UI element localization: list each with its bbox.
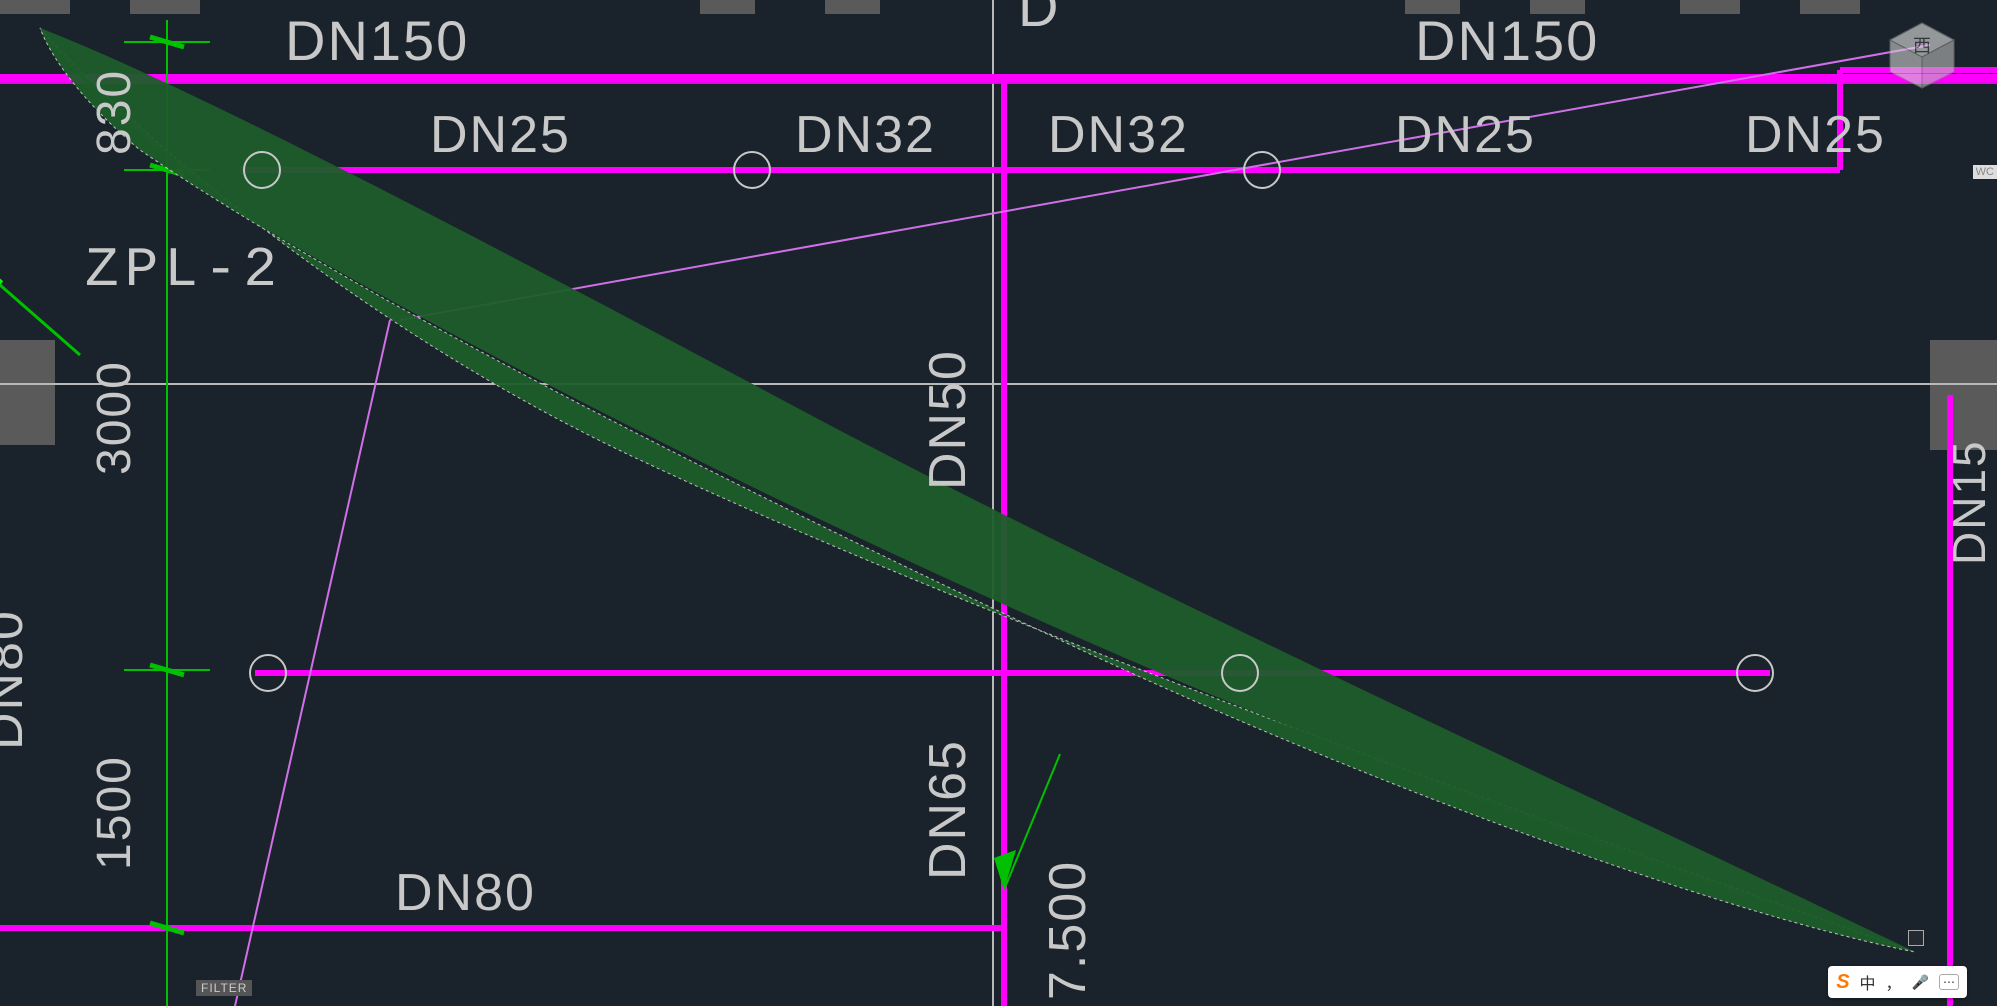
guide-line-1 <box>400 45 1930 320</box>
dim-3000: 3000 <box>88 360 141 475</box>
wall-block <box>0 395 55 445</box>
selection-wedge-fill2 <box>40 28 1915 952</box>
wall-block <box>1800 0 1860 14</box>
wall-block <box>1680 0 1740 14</box>
label-d-partial: D <box>1018 0 1060 38</box>
wall-block <box>700 0 755 14</box>
system-label: ZPL-2 <box>85 238 283 302</box>
ime-lang-toggle[interactable]: 中 <box>1860 970 1876 994</box>
label-7500: 7.500 <box>1039 860 1097 1000</box>
label-dn80-side: DN80 <box>0 609 34 750</box>
label-dn25-1: DN25 <box>430 106 571 164</box>
wcs-label: WC <box>1973 165 1997 179</box>
viewcube-face: 西 <box>1913 36 1931 56</box>
label-dn25-2: DN25 <box>1395 106 1536 164</box>
label-dn15r: DN15 <box>1943 439 1995 565</box>
dim-1500: 1500 <box>88 755 141 870</box>
label-dn150-r: DN150 <box>1415 9 1599 72</box>
ime-mic-icon[interactable]: 🎤 <box>1912 974 1929 991</box>
wall-block <box>130 0 200 14</box>
wall-block <box>1930 340 1997 395</box>
wall-block <box>825 0 880 14</box>
cad-canvas[interactable]: DN150 DN150 D DN25 DN32 DN32 DN25 DN25 D… <box>0 0 1997 1006</box>
ime-more-icon[interactable]: ⋯ <box>1939 974 1959 990</box>
label-dn80-bot: DN80 <box>395 864 536 922</box>
label-dn65: DN65 <box>919 739 977 880</box>
dim-830: 830 <box>88 69 141 155</box>
guide-line-2 <box>235 320 390 1006</box>
label-dn32-1: DN32 <box>795 106 936 164</box>
label-dn32-2: DN32 <box>1048 106 1189 164</box>
ime-logo-icon[interactable]: S <box>1836 971 1849 994</box>
label-dn50: DN50 <box>919 349 977 490</box>
ime-punct-toggle[interactable]: ， <box>1886 970 1902 994</box>
ime-toolbar[interactable]: S 中 ， 🎤 ⋯ <box>1828 966 1967 998</box>
viewcube[interactable]: 西 <box>1887 20 1957 90</box>
selection-handle[interactable] <box>1908 930 1924 946</box>
filter-indicator[interactable]: FILTER <box>196 980 252 996</box>
label-dn150-l: DN150 <box>285 9 469 72</box>
wall-block <box>0 0 70 14</box>
label-dn25-3: DN25 <box>1745 106 1886 164</box>
